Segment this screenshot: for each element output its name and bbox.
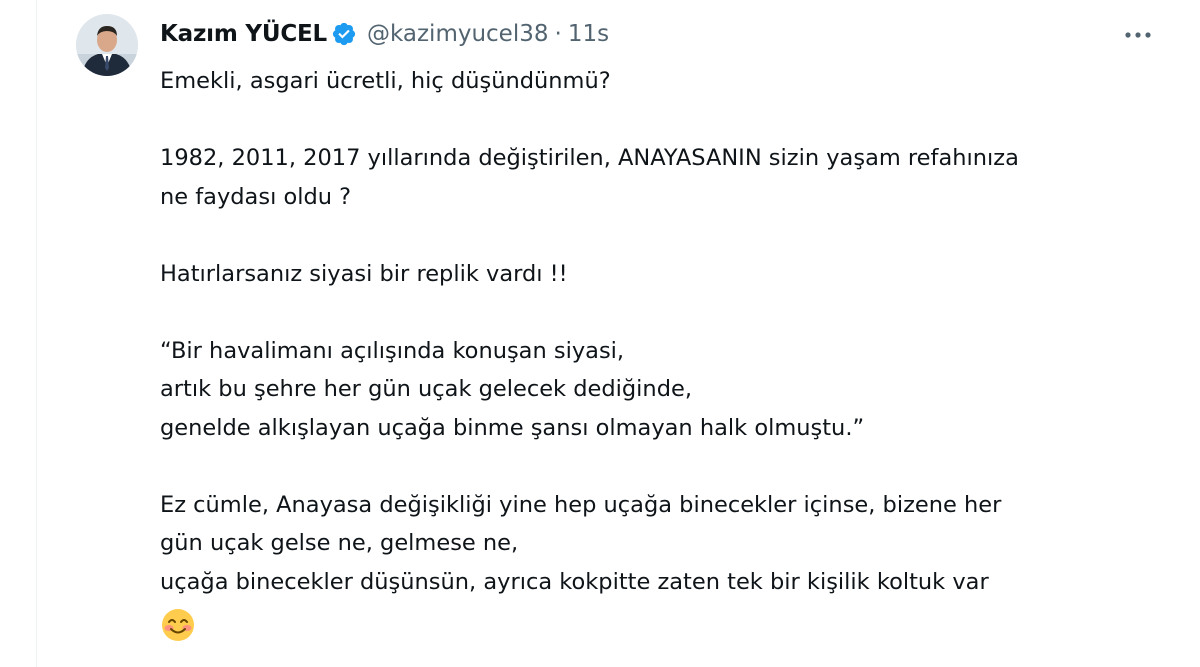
author-handle[interactable]: @kazimyucel38 <box>367 21 549 47</box>
verified-badge-icon[interactable] <box>331 21 357 47</box>
timestamp[interactable]: 11s <box>568 21 609 47</box>
author-name[interactable]: Kazım YÜCEL <box>160 21 327 47</box>
smiling-face-with-blush-emoji <box>160 607 196 643</box>
avatar[interactable] <box>76 14 138 76</box>
tweet-line: ne faydası oldu ? <box>160 183 352 210</box>
separator-dot: · <box>554 21 562 47</box>
tweet-line: gün uçak gelse ne, gelmese ne, <box>160 530 519 556</box>
tweet-line: “Bir havalimanı açılışında konuşan siyas… <box>160 337 625 364</box>
tweet-line: Ez cümle, Anayasa değişikliği yine hep u… <box>160 491 1002 518</box>
more-options-icon[interactable] <box>1120 20 1156 50</box>
tweet-line: artık bu şehre her gün uçak gelecek dedi… <box>160 376 692 402</box>
tweet-header: Kazım YÜCEL @kazimyucel38 · 11s <box>160 16 609 52</box>
profile-photo <box>76 14 138 76</box>
tweet-text: Emekli, asgari ücretli, hiç düşündünmü? … <box>160 62 1170 643</box>
tweet-line: genelde alkışlayan uçağa binme şansı olm… <box>160 414 865 441</box>
tweet-line: Emekli, asgari ücretli, hiç düşündünmü? <box>160 68 611 94</box>
tweet-line: 1982, 2011, 2017 yıllarında değiştirilen… <box>160 145 1019 171</box>
tweet-line: Hatırlarsanız siyasi bir replik vardı !! <box>160 260 568 287</box>
tweet-line: uçağa binecekler düşünsün, ayrıca kokpit… <box>160 568 989 595</box>
